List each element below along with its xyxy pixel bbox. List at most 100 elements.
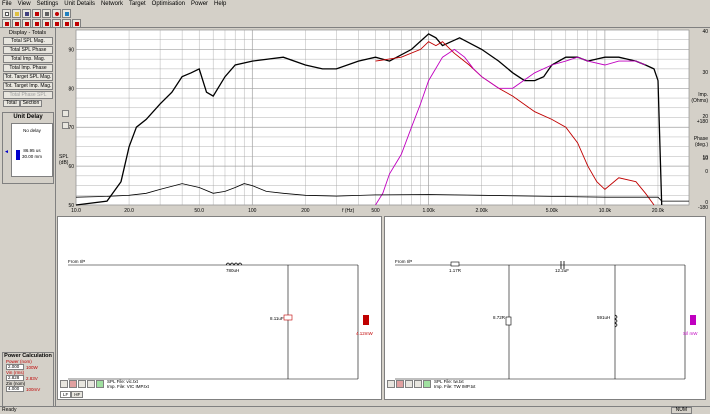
hf-inductor-value: 591uH <box>597 315 610 320</box>
lf-resistor-tool-icon[interactable] <box>87 380 95 388</box>
y-tick-label: 70 <box>68 125 74 131</box>
menu-view[interactable]: View <box>18 0 31 8</box>
unit-delay-title: Unit Delay <box>13 114 43 120</box>
lf-schematic-panel: From I/P 780uH 8.11uF 4.12mW SPL File: v… <box>57 216 382 400</box>
total-phase-spl-button[interactable]: Total Phase SPL <box>3 91 53 99</box>
imp-tick-label: 30 <box>702 70 708 76</box>
new-file-icon[interactable] <box>2 9 11 18</box>
lf-capacitor-symbol[interactable] <box>283 314 293 321</box>
total-spl-mag-button[interactable]: Total SPL Mag. <box>3 37 53 45</box>
hf-imp-file: Imp. File: TW IMP.txt <box>434 384 476 389</box>
zoom-out-button[interactable] <box>62 122 69 129</box>
chart-svg: 10.0 20.0 50.0 100 200 500 1.00k 2.00k 5.00k 10.0… <box>59 29 708 214</box>
phase-tick-label: 10 <box>702 155 708 161</box>
tab-total[interactable]: Total <box>3 100 20 107</box>
x-tick-label: 1.00k <box>422 208 435 214</box>
lf-schematic-toolbar: SPL File: vic.txt Imp. File: VIC IMP.txt <box>60 379 149 389</box>
lf-graph-tool-icon[interactable] <box>96 380 104 388</box>
y-tick-label: 60 <box>68 164 74 170</box>
phase-tick-label: +180 <box>697 119 708 125</box>
phase-tick-label: -180 <box>698 205 708 211</box>
frequency-response-chart: 10.0 20.0 50.0 100 200 500 1.00k 2.00k 5.00k 10.0… <box>57 28 710 214</box>
x-tick-label: 500 <box>371 208 380 214</box>
y-tick-label: 50 <box>68 203 74 209</box>
tab-hf[interactable]: HF <box>71 391 84 398</box>
tab-lf[interactable]: LF <box>60 391 72 398</box>
lf-capacitor-value: 8.11uF <box>270 316 284 321</box>
total-spl-phase-button[interactable]: Total SPL Phase <box>3 46 53 54</box>
toolbar <box>0 8 710 28</box>
optimise-icon[interactable] <box>62 19 71 28</box>
target-icon[interactable] <box>52 19 61 28</box>
hf-driver-symbol[interactable] <box>690 315 696 325</box>
hf-resistor2-value: 8.72R <box>493 315 506 320</box>
total-imp-phase-button[interactable]: Total Imp. Phase <box>3 64 53 72</box>
menu-network[interactable]: Network <box>101 0 123 8</box>
total-imp-mag-button[interactable]: Total Imp. Mag. <box>3 55 53 63</box>
zin-unit: 100mV <box>26 386 41 392</box>
hf-resistor1-symbol[interactable] <box>450 261 460 267</box>
x-tick-label: 100 <box>248 208 257 214</box>
lf-driver-label: 4.12mW <box>356 331 374 336</box>
arrow-left-icon[interactable]: ◄ <box>4 149 9 155</box>
zoom-in-button[interactable] <box>62 110 69 117</box>
target-spl-mag-button[interactable]: Tot. Target SPL Mag. <box>3 73 53 81</box>
lf-source-label: From I/P <box>68 259 85 264</box>
power-icon[interactable] <box>72 19 81 28</box>
power-unit: 100W <box>26 364 38 370</box>
open-file-icon[interactable] <box>12 9 21 18</box>
target-imp-mag-button[interactable]: Tot. Target Imp. Mag. <box>3 82 53 90</box>
hf-graph-tool-icon[interactable] <box>423 380 431 388</box>
y-tick-label: 80 <box>68 86 74 92</box>
display-totals-panel: Display - Totals Total SPL Mag. Total SP… <box>0 28 56 408</box>
hf-schematic-panel: From I/P 1.17R 12.2uF 8.72R 591uH S/l mW… <box>384 216 706 400</box>
x-tick-label: 200 <box>301 208 310 214</box>
menu-target[interactable]: Target <box>129 0 146 8</box>
driver-icon[interactable] <box>52 9 61 18</box>
hf-driver-icon[interactable] <box>12 19 21 28</box>
filter-icon[interactable] <box>22 19 31 28</box>
delete-icon[interactable] <box>32 9 41 18</box>
delay-time-value: 86.95 us <box>23 148 41 153</box>
hf-resistor1-value: 1.17R <box>449 268 462 273</box>
hf-filter-tool-icon[interactable] <box>405 380 413 388</box>
lf-filter-tool-icon[interactable] <box>78 380 86 388</box>
phase-axis-label: (deg.) <box>695 142 708 148</box>
zin-input[interactable]: 4.000 <box>6 386 24 392</box>
x-tick-label: 5.00k <box>546 208 559 214</box>
print-icon[interactable] <box>42 9 51 18</box>
menu-optimisation[interactable]: Optimisation <box>152 0 185 8</box>
save-icon[interactable] <box>22 9 31 18</box>
unit-delay-box: Unit Delay No delay 86.95 us 30.00 mm ◄ <box>2 112 54 184</box>
imp-axis-label: (Ohms) <box>691 98 708 104</box>
phase-icon[interactable] <box>42 19 51 28</box>
menu-file[interactable]: File <box>2 0 12 8</box>
hf-driver-tool-icon[interactable] <box>396 380 404 388</box>
menu-help[interactable]: Help <box>214 0 226 8</box>
vin-unit: 2.83V <box>26 375 38 381</box>
lf-driver-symbol[interactable] <box>363 315 369 325</box>
x-tick-label: 10.0k <box>599 208 612 214</box>
y-tick-label: 90 <box>68 47 74 53</box>
unit-delay-display: No delay 86.95 us 30.00 mm <box>11 123 53 177</box>
graph-icon[interactable] <box>62 9 71 18</box>
status-bar: Ready NUM <box>0 406 710 414</box>
tab-section[interactable]: Section <box>19 100 43 107</box>
lf-select-icon[interactable] <box>60 380 68 388</box>
lf-driver-icon[interactable] <box>2 19 11 28</box>
delay-distance-value: 30.00 mm <box>21 154 42 159</box>
menu-bar: File View Settings Unit Details Network … <box>0 0 710 8</box>
lf-driver-tool-icon[interactable] <box>69 380 77 388</box>
hf-schematic-svg: From I/P 1.17R 12.2uF 8.72R 591uH S/l mW <box>395 259 698 380</box>
menu-power[interactable]: Power <box>191 0 208 8</box>
hf-select-icon[interactable] <box>387 380 395 388</box>
menu-settings[interactable]: Settings <box>37 0 59 8</box>
unit-delay-label: No delay <box>23 128 41 133</box>
menu-unit-details[interactable]: Unit Details <box>64 0 95 8</box>
hf-resistor-tool-icon[interactable] <box>414 380 422 388</box>
x-axis-unit: f (Hz) <box>342 208 355 214</box>
x-tick-label: 50.0 <box>194 208 204 214</box>
y-axis-label: (dB) <box>59 160 69 166</box>
impedance-icon[interactable] <box>32 19 41 28</box>
hf-resistor2-symbol[interactable] <box>505 316 512 326</box>
